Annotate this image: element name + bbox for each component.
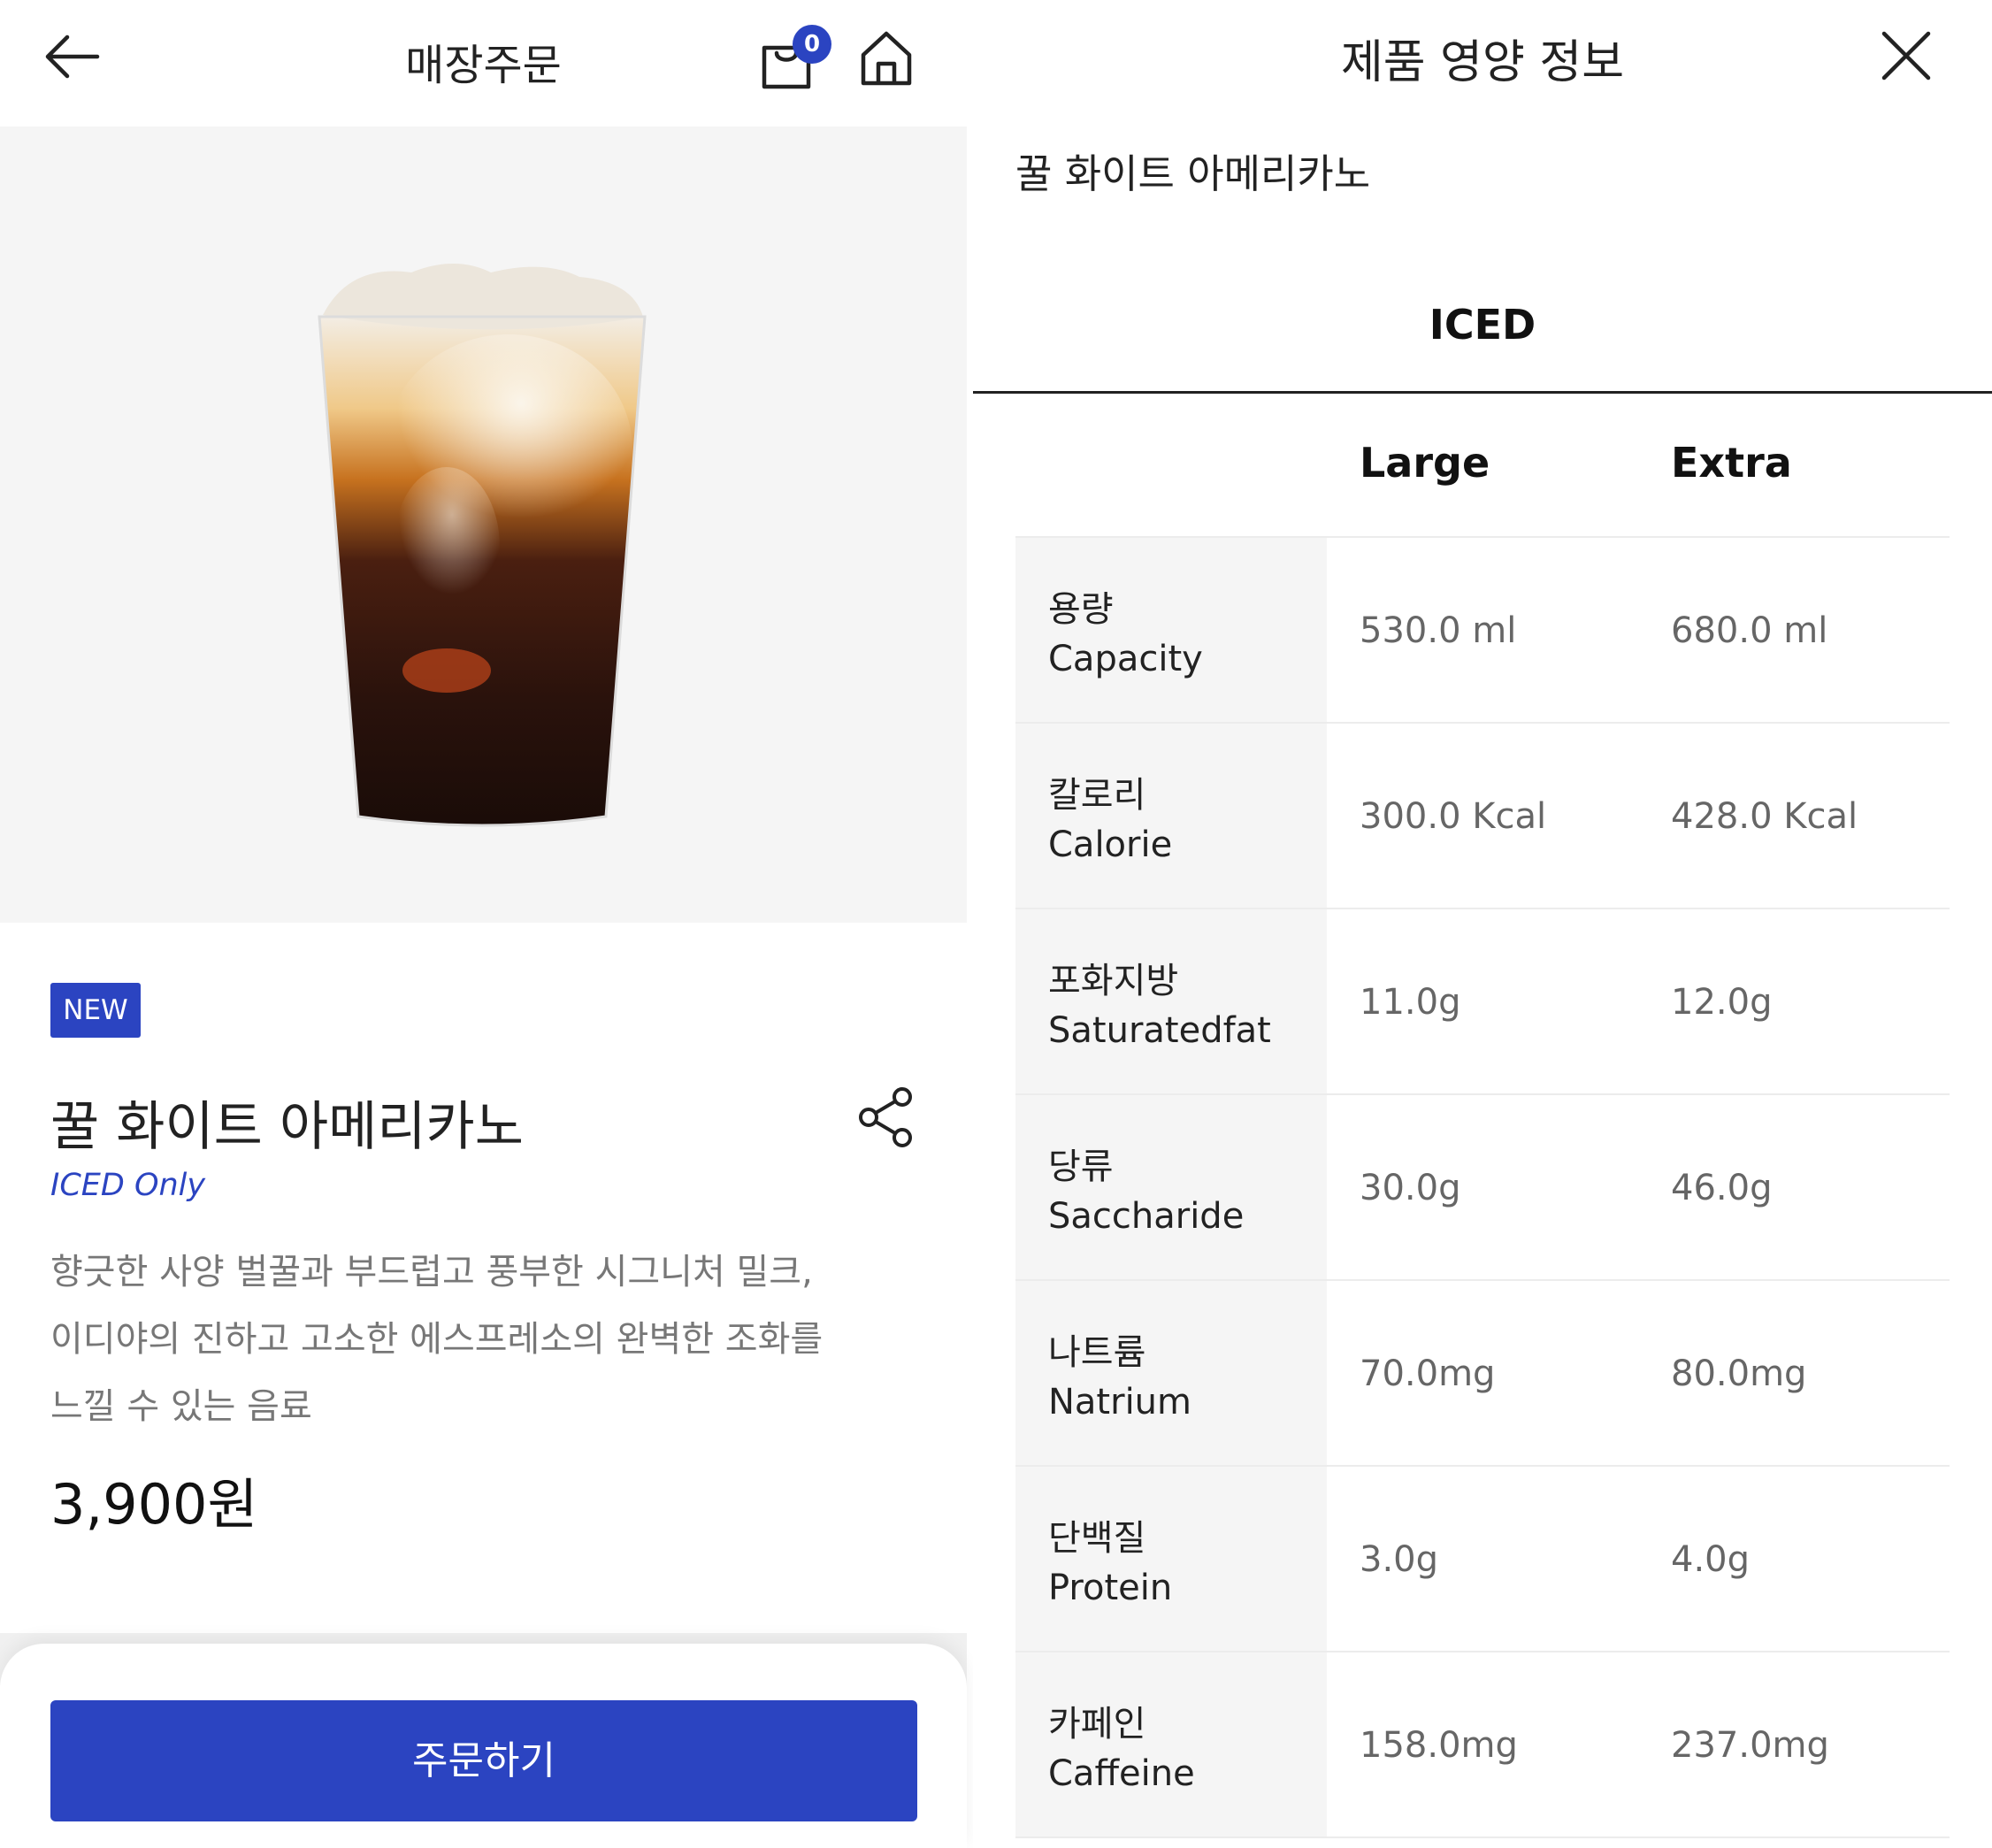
home-icon: [861, 31, 912, 86]
row-label-en: Calorie: [1048, 824, 1173, 865]
row-label-en: Saccharide: [1048, 1196, 1245, 1237]
value-extra: 12.0g: [1671, 982, 1773, 1023]
table-row: 포화지방 Saturatedfat 11.0g 12.0g: [1015, 909, 1950, 1095]
nutrition-product-name: 꿀 화이트 아메리카노: [1015, 150, 1371, 197]
table-row: 당류 Saccharide 30.0g 46.0g: [1015, 1095, 1950, 1281]
table-row: 나트륨 Natrium 70.0mg 80.0mg: [1015, 1281, 1950, 1467]
cart-count-badge: 0: [793, 25, 831, 64]
new-badge: NEW: [50, 983, 141, 1038]
row-label-ko: 카페인: [1048, 1704, 1146, 1744]
row-label-en: Caffeine: [1048, 1753, 1195, 1794]
product-image: [318, 264, 647, 827]
product-name: 꿀 화이트 아메리카노: [50, 1096, 524, 1158]
order-screen: 매장주문 0 NEW 꿀 화이트 아메리카노 ICED Only 향긋한 사양 …: [0, 0, 967, 1848]
row-label-ko: 용량: [1048, 589, 1114, 630]
description-line: 느낄 수 있는 음료: [50, 1386, 312, 1427]
row-label-en: Natrium: [1048, 1382, 1191, 1422]
row-label-en: Saturatedfat: [1048, 1010, 1271, 1051]
value-large: 300.0 Kcal: [1360, 796, 1547, 837]
nutrition-screen: 제품 영양 정보 꿀 화이트 아메리카노 ICED Large Extra 용량…: [973, 0, 1992, 1848]
row-label-en: Protein: [1048, 1568, 1173, 1608]
row-label-ko: 단백질: [1048, 1518, 1146, 1559]
row-label-ko: 당류: [1048, 1146, 1114, 1187]
value-large: 11.0g: [1360, 982, 1461, 1023]
row-label-en: Capacity: [1048, 639, 1203, 679]
row-label-ko: 포화지방: [1048, 961, 1179, 1001]
nutrition-title: 제품 영양 정보: [1340, 36, 1625, 89]
product-description: 향긋한 사양 벌꿀과 부드럽고 풍부한 시그니처 밀크, 이디야의 진하고 고소…: [50, 1238, 900, 1440]
value-extra: 46.0g: [1671, 1168, 1773, 1208]
home-button[interactable]: [854, 27, 918, 90]
temperature-note: ICED Only: [50, 1168, 206, 1203]
table-row: 칼로리 Calorie 300.0 Kcal 428.0 Kcal: [1015, 724, 1950, 909]
product-image-area: [0, 127, 967, 923]
row-label-ko: 칼로리: [1048, 775, 1146, 816]
column-header-extra: Extra: [1671, 439, 1792, 487]
tab-underline: [973, 391, 1992, 394]
tab-iced[interactable]: ICED: [973, 301, 1992, 349]
order-button[interactable]: 주문하기: [50, 1700, 917, 1821]
description-line: 이디야의 진하고 고소한 에스프레소의 완벽한 조화를: [50, 1319, 824, 1360]
product-price: 3,900원: [50, 1472, 258, 1537]
value-extra: 4.0g: [1671, 1539, 1751, 1580]
column-header-large: Large: [1360, 439, 1490, 487]
table-row: 용량 Capacity 530.0 ml 680.0 ml: [1015, 538, 1950, 724]
value-extra: 237.0mg: [1671, 1725, 1829, 1766]
share-button[interactable]: [858, 1086, 916, 1148]
value-large: 158.0mg: [1360, 1725, 1518, 1766]
table-row: 단백질 Protein 3.0g 4.0g: [1015, 1467, 1950, 1652]
value-extra: 80.0mg: [1671, 1353, 1807, 1394]
share-icon: [859, 1087, 912, 1147]
value-large: 70.0mg: [1360, 1353, 1496, 1394]
table-row: 카페인 Caffeine 158.0mg 237.0mg: [1015, 1652, 1950, 1838]
close-button[interactable]: [1875, 25, 1937, 87]
value-large: 530.0 ml: [1360, 610, 1517, 651]
value-extra: 428.0 Kcal: [1671, 796, 1858, 837]
value-large: 3.0g: [1360, 1539, 1439, 1580]
cart-button[interactable]: 0: [757, 25, 831, 92]
order-header: 매장주문 0: [0, 0, 967, 127]
value-large: 30.0g: [1360, 1168, 1461, 1208]
close-icon: [1881, 31, 1931, 81]
value-extra: 680.0 ml: [1671, 610, 1828, 651]
description-line: 향긋한 사양 벌꿀과 부드럽고 풍부한 시그니처 밀크,: [50, 1252, 813, 1292]
row-label-ko: 나트륨: [1048, 1332, 1146, 1373]
